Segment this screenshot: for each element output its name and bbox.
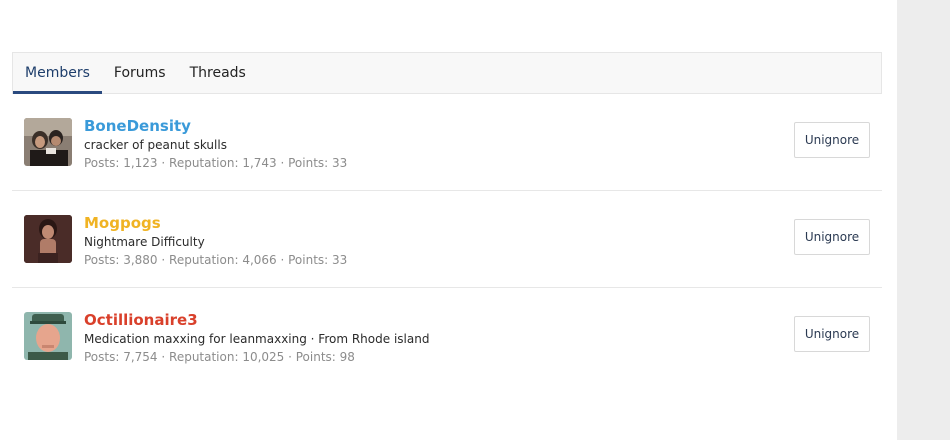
- member-username[interactable]: Octillionaire3: [84, 310, 772, 330]
- ignored-list-block: Members Forums Threads BoneDensity crack…: [12, 52, 882, 385]
- member-info: Mogpogs Nightmare Difficulty Posts: 3,88…: [84, 213, 772, 269]
- tab-threads[interactable]: Threads: [178, 53, 258, 93]
- member-info: BoneDensity cracker of peanut skulls Pos…: [84, 116, 772, 172]
- member-username[interactable]: Mogpogs: [84, 213, 772, 233]
- list-item: BoneDensity cracker of peanut skulls Pos…: [12, 94, 882, 191]
- unignore-button[interactable]: Unignore: [794, 122, 870, 158]
- member-stats: Posts: 1,123 · Reputation: 1,743 · Point…: [84, 156, 348, 170]
- avatar[interactable]: [24, 118, 72, 166]
- tab-bar: Members Forums Threads: [12, 52, 882, 94]
- member-custom-title: Medication maxxing for leanmaxxing · Fro…: [84, 332, 430, 346]
- member-custom-title: cracker of peanut skulls: [84, 138, 227, 152]
- member-list: BoneDensity cracker of peanut skulls Pos…: [12, 94, 882, 385]
- unignore-button[interactable]: Unignore: [794, 219, 870, 255]
- member-stats: Posts: 3,880 · Reputation: 4,066 · Point…: [84, 253, 348, 267]
- avatar[interactable]: [24, 312, 72, 360]
- member-custom-title: Nightmare Difficulty: [84, 235, 205, 249]
- avatar[interactable]: [24, 215, 72, 263]
- list-item: Octillionaire3 Medication maxxing for le…: [12, 288, 882, 385]
- tab-forums[interactable]: Forums: [102, 53, 178, 93]
- tab-members[interactable]: Members: [13, 53, 102, 94]
- member-username[interactable]: BoneDensity: [84, 116, 772, 136]
- member-stats: Posts: 7,754 · Reputation: 10,025 · Poin…: [84, 350, 355, 364]
- list-item: Mogpogs Nightmare Difficulty Posts: 3,88…: [12, 191, 882, 288]
- unignore-button[interactable]: Unignore: [794, 316, 870, 352]
- member-info: Octillionaire3 Medication maxxing for le…: [84, 310, 772, 366]
- right-sidebar-gutter: [897, 0, 950, 440]
